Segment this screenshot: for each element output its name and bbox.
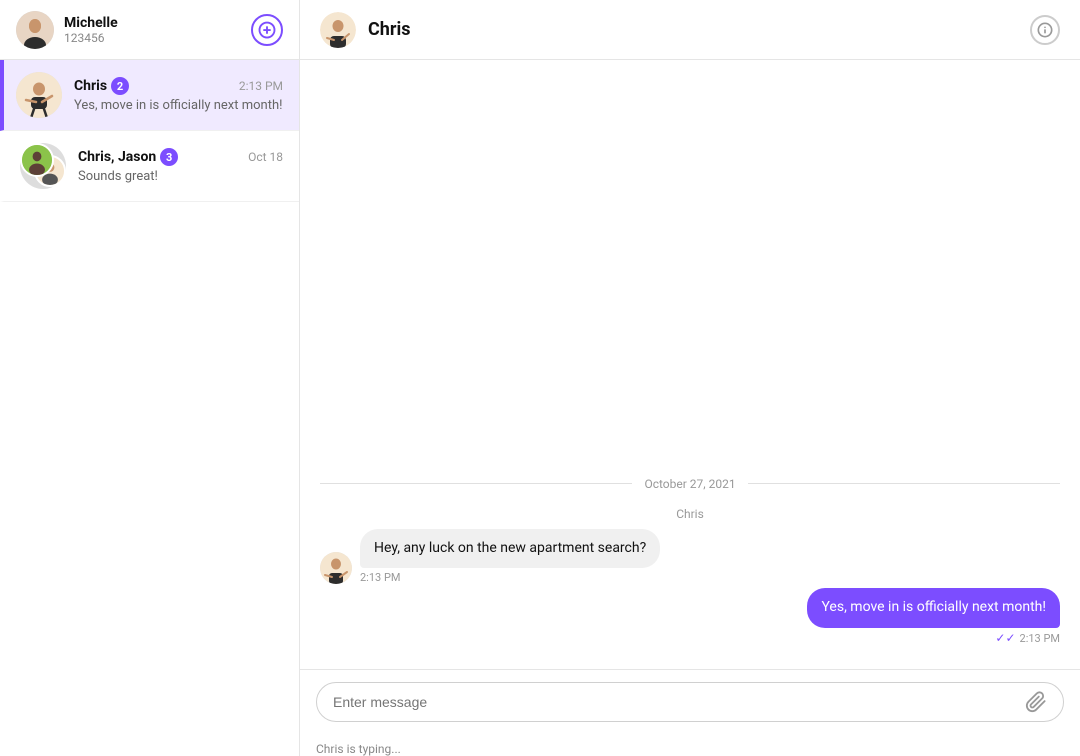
conv-avatar-chris-jason (20, 143, 66, 189)
sidebar-user-info: Michelle 123456 (64, 15, 118, 45)
sidebar-username: Michelle (64, 15, 118, 31)
msg-bubble-wrap-outgoing: Yes, move in is officially next month! ✓… (807, 588, 1060, 645)
conv-time-chris: 2:13 PM (239, 79, 283, 93)
date-divider: October 27, 2021 (320, 477, 1060, 491)
conv-badge-chris-jason: 3 (160, 148, 178, 166)
conversation-item-chris-jason[interactable]: Chris, Jason 3 Oct 18 Sounds great! (0, 131, 299, 202)
msg-time-outgoing: 2:13 PM (1020, 632, 1060, 645)
msg-bubble-wrap-incoming: Hey, any luck on the new apartment searc… (360, 529, 660, 585)
chat-main: Chris October 27, 2021 Chris (300, 0, 1080, 756)
info-button[interactable] (1030, 15, 1060, 45)
message-bubble-outgoing: Yes, move in is officially next month! (807, 588, 1060, 628)
conv-time-chris-jason: Oct 18 (248, 150, 283, 164)
sidebar-user-id: 123456 (64, 31, 118, 45)
attach-button[interactable] (1025, 691, 1047, 713)
conv-preview-chris-jason: Sounds great! (78, 169, 283, 184)
conv-body-chris: Chris 2 2:13 PM Yes, move in is official… (74, 77, 283, 113)
chat-contact-name: Chris (368, 19, 410, 40)
message-sender-label: Chris (320, 507, 1060, 521)
conv-avatar-chris (16, 72, 62, 118)
chat-header: Chris (300, 0, 1080, 60)
message-input-box (316, 682, 1064, 722)
chat-header-avatar (320, 12, 356, 48)
chat-messages: October 27, 2021 Chris Hey, any luck on … (300, 60, 1080, 669)
message-input[interactable] (333, 694, 1025, 710)
conversation-item-chris[interactable]: Chris 2 2:13 PM Yes, move in is official… (0, 60, 299, 131)
date-divider-text: October 27, 2021 (644, 477, 735, 491)
sidebar-header: Michelle 123456 (0, 0, 299, 60)
sidebar: Michelle 123456 (0, 0, 300, 756)
chat-header-left: Chris (320, 12, 410, 48)
divider-line-left (320, 483, 632, 484)
conv-body-chris-jason: Chris, Jason 3 Oct 18 Sounds great! (78, 148, 283, 184)
conv-name-chris-jason: Chris, Jason 3 (78, 148, 178, 166)
conversation-list: Chris 2 2:13 PM Yes, move in is official… (0, 60, 299, 756)
message-row-incoming: Hey, any luck on the new apartment searc… (320, 529, 1060, 585)
sidebar-user: Michelle 123456 (16, 11, 118, 49)
msg-time-incoming: 2:13 PM (360, 571, 400, 584)
msg-avatar-chris (320, 552, 352, 584)
message-row-outgoing: Yes, move in is officially next month! ✓… (320, 588, 1060, 645)
msg-time-row-outgoing: ✓✓ 2:13 PM (995, 631, 1060, 645)
user-avatar (16, 11, 54, 49)
conv-preview-chris: Yes, move in is officially next month! (74, 98, 283, 113)
message-bubble-incoming: Hey, any luck on the new apartment searc… (360, 529, 660, 569)
msg-time-row-incoming: 2:13 PM (360, 571, 660, 584)
new-chat-button[interactable] (251, 14, 283, 46)
divider-line-right (748, 483, 1060, 484)
conv-name-chris: Chris 2 (74, 77, 129, 95)
conv-badge-chris: 2 (111, 77, 129, 95)
double-check-icon: ✓✓ (995, 631, 1015, 645)
chat-input-area (300, 669, 1080, 738)
typing-indicator: Chris is typing... (300, 738, 1080, 756)
